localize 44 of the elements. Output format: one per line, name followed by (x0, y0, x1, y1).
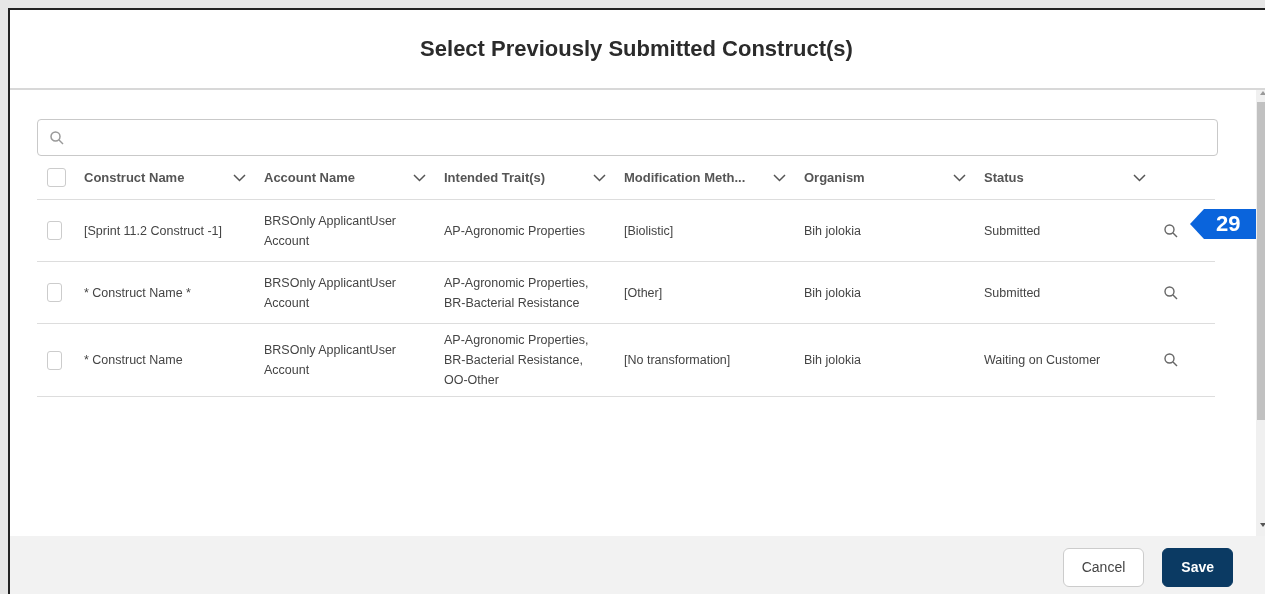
callout-badge: 29 (1190, 209, 1257, 239)
save-button[interactable]: Save (1162, 547, 1233, 587)
column-header[interactable]: Account Name (264, 167, 356, 188)
search-icon[interactable] (1164, 223, 1178, 238)
table-cell-text: AP-Agronomic Properties (444, 222, 586, 240)
row-checkbox[interactable] (47, 221, 62, 240)
chevron-down-icon[interactable] (233, 173, 246, 182)
table-cell-text: [Sprint 11.2 Construct -1] (84, 222, 223, 240)
table-cell-text: Submitted (984, 284, 1041, 302)
table-cell-text: Bih jolokia (804, 284, 861, 302)
table-cell-text: Waiting on Customer (984, 352, 1101, 369)
table-cell-text: [Biolistic] (624, 222, 674, 240)
search-icon[interactable] (1164, 285, 1178, 300)
column-header[interactable]: Status (984, 167, 1024, 188)
table-cell-text: AP-Agronomic Properties, BR-Bacterial Resistance, OO-Other (444, 332, 590, 389)
search-field[interactable] (37, 119, 1218, 156)
table-cell-text: BRSOnly ApplicantUser Account (264, 212, 397, 250)
table-cell-text: * Construct Name (84, 352, 183, 369)
table-cell-text: [No transformation] (624, 352, 731, 369)
chevron-down-icon[interactable] (773, 173, 786, 182)
table-cell-text: AP-Agronomic Properties, BR-Bacterial Resistance (444, 274, 590, 312)
row-checkbox[interactable] (47, 350, 62, 370)
cancel-button[interactable]: Cancel (1062, 547, 1145, 587)
dialog-title: Select Previously Submitted Construct(s) (420, 35, 854, 63)
scroll-down-icon[interactable] (1259, 522, 1265, 528)
table-cell-text: [Other] (624, 284, 663, 302)
search-icon (50, 130, 64, 145)
chevron-down-icon[interactable] (593, 173, 606, 182)
chevron-down-icon[interactable] (1133, 173, 1146, 182)
chevron-down-icon[interactable] (413, 173, 426, 182)
column-header[interactable]: Construct Name (84, 167, 185, 188)
table-cell-text: BRSOnly ApplicantUser Account (264, 342, 397, 379)
table-cell-text: * Construct Name * (84, 284, 191, 302)
table-cell-text: Bih jolokia (804, 352, 861, 369)
column-header[interactable]: Organism (804, 167, 865, 188)
row-checkbox[interactable] (47, 283, 62, 302)
chevron-down-icon[interactable] (953, 173, 966, 182)
column-header[interactable]: Modification Meth... (624, 167, 746, 188)
search-icon[interactable] (1164, 353, 1178, 367)
checkbox[interactable] (47, 168, 66, 187)
table-cell-text: Submitted (984, 222, 1041, 240)
column-header[interactable]: Intended Trait(s) (444, 167, 546, 188)
table-cell-text: Bih jolokia (804, 222, 861, 240)
table-cell-text: BRSOnly ApplicantUser Account (264, 274, 397, 312)
